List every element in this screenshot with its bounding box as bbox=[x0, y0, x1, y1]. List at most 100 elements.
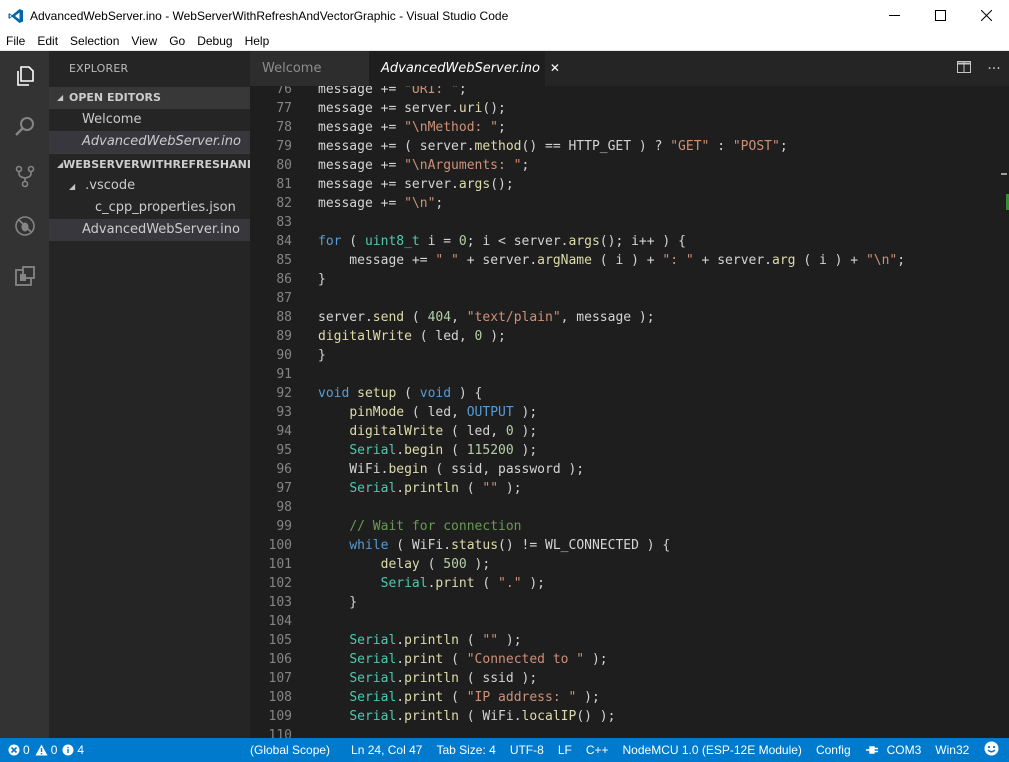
tab-advancedwebserver-label: AdvancedWebServer.ino bbox=[381, 61, 540, 76]
menu-bar: File Edit Selection View Go Debug Help bbox=[0, 31, 1009, 51]
warning-count: 0 bbox=[50, 743, 58, 757]
editor-scrollbar[interactable] bbox=[995, 86, 1009, 738]
code-line: 100 while ( WiFi.status() != WL_CONNECTE… bbox=[268, 538, 671, 553]
problems-indicator[interactable]: 0 0 4 bbox=[0, 743, 89, 757]
caret-down-icon: ◢ bbox=[69, 182, 76, 191]
file-c-cpp-properties[interactable]: c_cpp_properties.json bbox=[49, 197, 250, 219]
status-encoding[interactable]: UTF-8 bbox=[503, 743, 551, 757]
search-activity-button[interactable] bbox=[0, 101, 49, 151]
status-tab-size[interactable]: Tab Size: 4 bbox=[429, 743, 502, 757]
debug-activity-button[interactable] bbox=[0, 201, 49, 251]
menu-go[interactable]: Go bbox=[163, 34, 191, 48]
caret-down-icon: ◢ bbox=[57, 93, 64, 102]
code-line: 105 Serial.println ( "" ); bbox=[268, 633, 522, 648]
code-line: 108 Serial.print ( "IP address: " ); bbox=[268, 690, 600, 705]
close-window-button[interactable] bbox=[963, 0, 1009, 31]
folder-vscode[interactable]: ◢ .vscode bbox=[49, 175, 250, 197]
code-line: 92 void setup ( void ) { bbox=[276, 386, 483, 401]
code-line: 95 Serial.begin ( 115200 ); bbox=[276, 443, 538, 458]
maximize-button[interactable] bbox=[917, 0, 963, 31]
split-editor-icon[interactable] bbox=[949, 60, 979, 77]
scroll-position-marker bbox=[1001, 173, 1007, 175]
code-line: 87 bbox=[276, 291, 292, 306]
plug-icon bbox=[865, 746, 878, 754]
error-icon bbox=[8, 744, 20, 756]
menu-edit[interactable]: Edit bbox=[31, 34, 64, 48]
search-icon bbox=[14, 117, 34, 136]
open-editor-advancedwebserver[interactable]: AdvancedWebServer.ino bbox=[49, 131, 250, 153]
feedback-button[interactable] bbox=[976, 741, 1006, 759]
warning-icon bbox=[35, 744, 48, 756]
project-folder-header[interactable]: ◢ WEBSERVERWITHREFRESHAND... bbox=[49, 153, 250, 175]
status-board[interactable]: NodeMCU 1.0 (ESP-12E Module) bbox=[616, 743, 809, 757]
explorer-sidebar: EXPLORER ◢ OPEN EDITORS Welcome Advanced… bbox=[49, 51, 250, 738]
code-line: 107 Serial.println ( ssid ); bbox=[268, 671, 538, 686]
files-icon bbox=[16, 66, 34, 86]
minimize-button[interactable] bbox=[871, 0, 917, 31]
open-editors-label: OPEN EDITORS bbox=[69, 91, 161, 104]
title-bar: AdvancedWebServer.ino - WebServerWithRef… bbox=[0, 0, 1009, 31]
source-control-icon bbox=[15, 165, 34, 188]
code-line: 89 digitalWrite ( led, 0 ); bbox=[276, 329, 506, 344]
tab-close-icon[interactable]: ✕ bbox=[550, 51, 560, 86]
minimize-icon bbox=[888, 15, 900, 16]
code-line: 101 delay ( 500 ); bbox=[268, 557, 491, 572]
sidebar-title: EXPLORER bbox=[69, 62, 129, 75]
menu-selection[interactable]: Selection bbox=[64, 34, 125, 48]
code-line: 106 Serial.print ( "Connected to " ); bbox=[268, 652, 608, 667]
code-line: 104 bbox=[268, 614, 292, 629]
code-line: 85 message += " " + server.argName ( i )… bbox=[276, 253, 906, 268]
error-count: 0 bbox=[23, 743, 30, 757]
open-editor-welcome[interactable]: Welcome bbox=[49, 109, 250, 131]
extensions-activity-button[interactable] bbox=[0, 251, 49, 301]
open-editors-header[interactable]: ◢ OPEN EDITORS bbox=[49, 87, 250, 109]
tab-welcome-label: Welcome bbox=[262, 61, 322, 76]
code-line: 99 // Wait for connection bbox=[276, 519, 522, 534]
menu-debug[interactable]: Debug bbox=[191, 34, 238, 48]
status-port[interactable]: COM3 bbox=[858, 743, 929, 757]
code-line: 94 digitalWrite ( led, 0 ); bbox=[276, 424, 538, 439]
window-title: AdvancedWebServer.ino - WebServerWithRef… bbox=[30, 8, 509, 23]
maximize-icon bbox=[934, 10, 946, 21]
info-count: 4 bbox=[77, 743, 85, 757]
more-actions-icon[interactable]: ··· bbox=[979, 61, 1009, 77]
status-cursor-position[interactable]: Ln 24, Col 47 bbox=[344, 743, 429, 757]
menu-help[interactable]: Help bbox=[239, 34, 276, 48]
code-line: 98 bbox=[276, 500, 292, 515]
tab-welcome[interactable]: Welcome bbox=[250, 51, 369, 86]
code-line: 81 message += server.args(); bbox=[276, 177, 514, 192]
status-bar-right: (Global Scope) Ln 24, Col 47 Tab Size: 4… bbox=[243, 738, 1006, 762]
code-line: 76 message += "URI: "; bbox=[276, 86, 467, 97]
project-folder-label: WEBSERVERWITHREFRESHAND... bbox=[63, 157, 250, 171]
code-line: 78 message += "\nMethod: "; bbox=[276, 120, 506, 135]
source-control-activity-button[interactable] bbox=[0, 151, 49, 201]
code-line: 93 pinMode ( led, OUTPUT ); bbox=[276, 405, 538, 420]
tab-advancedwebserver[interactable]: AdvancedWebServer.ino ✕ bbox=[369, 51, 560, 86]
file-advancedwebserver[interactable]: AdvancedWebServer.ino bbox=[49, 219, 250, 241]
status-port-label: COM3 bbox=[886, 743, 922, 757]
code-line: 91 bbox=[276, 367, 292, 382]
code-line: 96 WiFi.begin ( ssid, password ); bbox=[276, 462, 585, 477]
code-line: 90} bbox=[276, 348, 326, 363]
status-config[interactable]: Config bbox=[809, 743, 858, 757]
activity-bar bbox=[0, 51, 49, 738]
code-line: 79 message += ( server.method() == HTTP_G… bbox=[276, 139, 788, 154]
status-language[interactable]: C++ bbox=[579, 743, 616, 757]
menu-view[interactable]: View bbox=[125, 34, 163, 48]
window-controls bbox=[871, 0, 1009, 31]
code-line: 82 message += "\n"; bbox=[276, 196, 444, 211]
code-line: 84 for ( uint8_t i = 0; i < server.args()… bbox=[276, 234, 686, 249]
folder-vscode-label: .vscode bbox=[85, 178, 136, 193]
editor-tabs: Welcome AdvancedWebServer.ino ✕ ··· bbox=[250, 51, 1009, 86]
status-scope[interactable]: (Global Scope) bbox=[243, 743, 337, 757]
status-bar: 0 0 4 (Global Scope) Ln 24, Col 47 Tab S… bbox=[0, 738, 1009, 762]
status-eol[interactable]: LF bbox=[551, 743, 579, 757]
menu-file[interactable]: File bbox=[0, 34, 31, 48]
code-line: 83 bbox=[276, 215, 292, 230]
smiley-icon bbox=[984, 741, 999, 756]
status-platform[interactable]: Win32 bbox=[928, 743, 976, 757]
code-line: 103 } bbox=[268, 595, 358, 610]
explorer-activity-button[interactable] bbox=[0, 51, 49, 101]
code-editor[interactable]: 76 message += "URI: "; 77 message += serve… bbox=[250, 86, 1009, 738]
code-line: 110 bbox=[268, 728, 292, 738]
